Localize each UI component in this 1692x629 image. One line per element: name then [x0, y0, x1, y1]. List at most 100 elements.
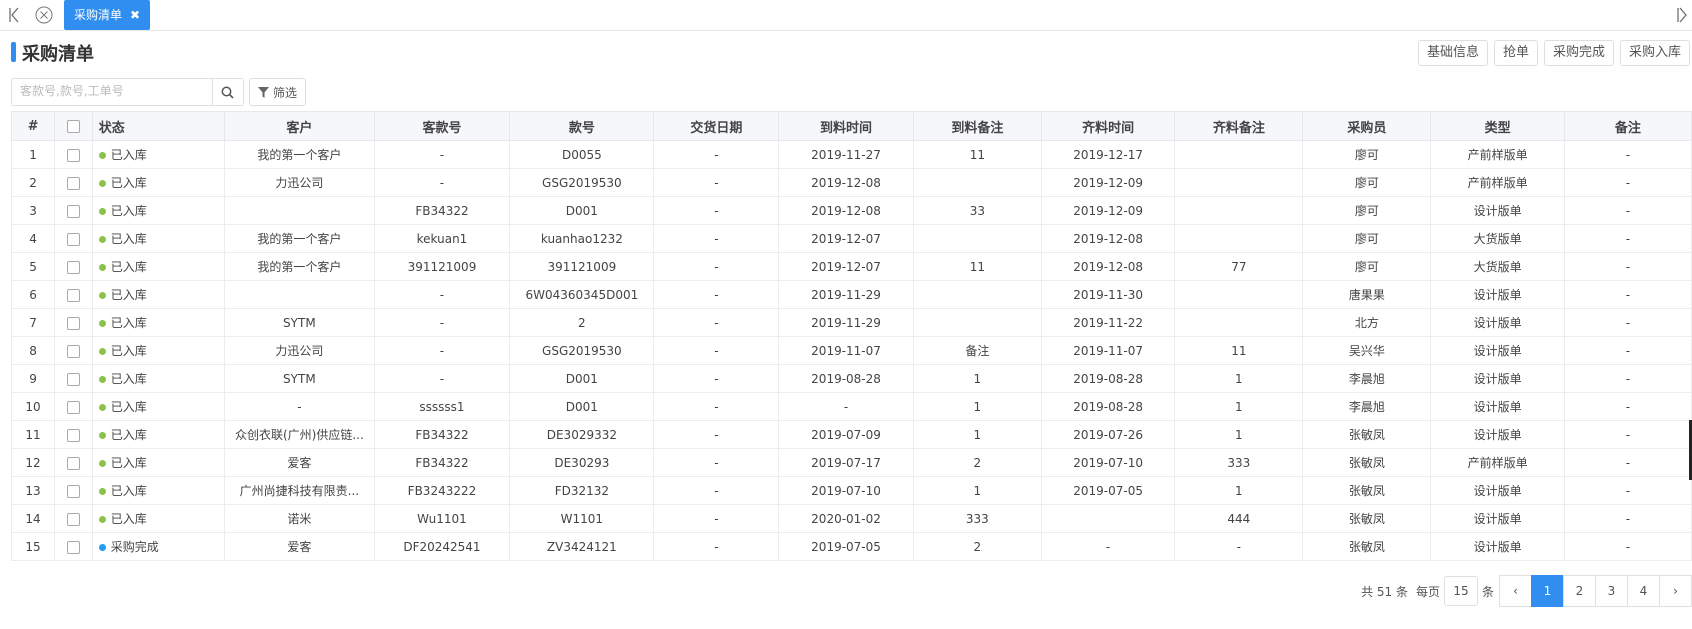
row-checkbox[interactable] — [54, 196, 93, 225]
next-page-button[interactable]: › — [1659, 575, 1692, 607]
filter-button[interactable]: 筛选 — [249, 78, 307, 106]
table-row[interactable]: 8 已入库 力迅公司 - GSG2019530-2019-11-07 备注 2019-11-… — [10, 336, 1692, 365]
table-row[interactable]: 12 已入库 爱客 FB34322 DE30293-2019-07-17 2 2019-07… — [10, 448, 1692, 477]
row-type: 设计版单 — [1430, 392, 1565, 421]
row-arrival-time: 2019-11-27 — [778, 140, 914, 169]
row-customer-style-no: - — [373, 308, 511, 337]
row-select-checkbox[interactable] — [66, 288, 80, 302]
header-select-all[interactable] — [54, 111, 93, 141]
header-complete-time: 齐料时间 — [1040, 111, 1176, 141]
row-type: 设计版单 — [1430, 196, 1565, 225]
row-index: 1 — [10, 140, 56, 169]
status-dot-icon — [98, 236, 106, 243]
search-button[interactable] — [211, 78, 244, 106]
row-checkbox[interactable] — [54, 168, 93, 197]
row-complete-time: 2019-12-17 — [1040, 140, 1176, 169]
row-arrival-time: 2019-11-29 — [778, 280, 914, 309]
row-checkbox[interactable] — [54, 504, 93, 533]
table-row[interactable]: 11 已入库 众创衣联(广州)供应链... FB34322 DE3029332-2019… — [10, 420, 1692, 449]
row-checkbox[interactable] — [54, 532, 93, 561]
row-checkbox[interactable] — [54, 420, 93, 449]
page-1-button[interactable]: 1 — [1531, 575, 1564, 607]
purchase-complete-button[interactable]: 采购完成 — [1543, 40, 1614, 66]
page-3-button[interactable]: 3 — [1595, 575, 1628, 607]
row-select-checkbox[interactable] — [66, 484, 80, 498]
row-select-checkbox[interactable] — [66, 260, 80, 274]
status-text: 采购完成 — [110, 540, 159, 554]
prev-page-button[interactable]: ‹ — [1499, 575, 1532, 607]
search-input[interactable] — [12, 79, 208, 103]
table-row[interactable]: 7 已入库 SYTM -2-2019-11-29 2019-11-22 北方 设计版单 - — [10, 308, 1692, 337]
row-checkbox[interactable] — [54, 140, 93, 169]
row-customer: 诺米 — [224, 504, 375, 533]
row-remark: - — [1563, 504, 1692, 533]
row-checkbox[interactable] — [54, 308, 93, 337]
row-arrival-note: 11 — [912, 140, 1042, 169]
row-select-checkbox[interactable] — [66, 316, 80, 330]
status-text: 已入库 — [110, 428, 147, 442]
page-size-select[interactable]: 15 — [1443, 576, 1478, 606]
tab-purchase-list[interactable]: 采购清单 ✖ — [64, 0, 151, 30]
row-select-checkbox[interactable] — [66, 456, 80, 470]
table-row[interactable]: 6 已入库 -6W04360345D001-2019-11-29 2019-11-30… — [10, 280, 1692, 309]
table-row[interactable]: 5 已入库 我的第一个客户 391121009 391121009-2019-12-07… — [10, 252, 1692, 281]
row-select-checkbox[interactable] — [66, 428, 80, 442]
row-select-checkbox[interactable] — [66, 176, 80, 190]
close-tab-icon[interactable]: ✖ — [130, 8, 140, 22]
row-checkbox[interactable] — [54, 448, 93, 477]
row-complete-note: 444 — [1174, 504, 1304, 533]
row-select-checkbox[interactable] — [66, 204, 80, 218]
close-all-tabs-icon[interactable] — [35, 6, 53, 24]
row-checkbox[interactable] — [54, 476, 93, 505]
row-complete-note: 77 — [1174, 252, 1304, 281]
row-complete-time: 2019-11-30 — [1040, 280, 1176, 309]
page-4-button[interactable]: 4 — [1627, 575, 1660, 607]
row-style-no: DE3029332 — [509, 420, 655, 449]
table-row[interactable]: 14 已入库 诺米 Wu1101 W1101-2020-01-02 333 444 张敏凤 设计… — [10, 504, 1692, 533]
row-customer: 众创衣联(广州)供应链... — [224, 420, 375, 449]
row-delivery-date: - — [653, 168, 780, 197]
row-checkbox[interactable] — [54, 280, 93, 309]
table-row[interactable]: 1 已入库 我的第一个客户 - D0055-2019-11-27 11 2019-12-17… — [10, 140, 1692, 169]
row-status: 已入库 — [91, 476, 226, 505]
grab-order-button[interactable]: 抢单 — [1493, 40, 1538, 66]
table-row[interactable]: 3 已入库 FB34322 D001-2019-12-08 33 2019-12-09 廖可… — [10, 196, 1692, 225]
page-2-button[interactable]: 2 — [1563, 575, 1596, 607]
row-customer-style-no: ssssss1 — [373, 392, 511, 421]
row-type: 产前样版单 — [1430, 140, 1565, 169]
row-select-checkbox[interactable] — [66, 232, 80, 246]
scroll-right-icon[interactable] — [1676, 7, 1688, 23]
row-select-checkbox[interactable] — [66, 344, 80, 358]
status-text: 已入库 — [110, 148, 147, 162]
scroll-left-icon[interactable] — [8, 7, 20, 23]
row-status: 已入库 — [91, 308, 226, 337]
table-row[interactable]: 2 已入库 力迅公司 - GSG2019530-2019-12-08 2019-12-09… — [10, 168, 1692, 197]
row-remark: - — [1563, 336, 1692, 365]
row-checkbox[interactable] — [54, 336, 93, 365]
row-checkbox[interactable] — [54, 252, 93, 281]
table-row[interactable]: 15 采购完成 爱客 DF20242541 ZV3424121-2019-07-05 2-… — [10, 532, 1692, 561]
purchase-stock-in-button[interactable]: 采购入库 — [1619, 40, 1690, 66]
row-select-checkbox[interactable] — [66, 400, 80, 414]
row-complete-time: 2019-07-05 — [1040, 476, 1176, 505]
row-checkbox[interactable] — [54, 224, 93, 253]
row-select-checkbox[interactable] — [66, 512, 80, 526]
row-arrival-note: 1 — [912, 420, 1042, 449]
row-style-no: GSG2019530 — [509, 336, 655, 365]
row-delivery-date: - — [653, 252, 780, 281]
table-row[interactable]: 9 已入库 SYTM - D001-2019-08-28 1 2019-08-28 1 李晨旭设… — [10, 364, 1692, 393]
row-checkbox[interactable] — [54, 392, 93, 421]
row-select-checkbox[interactable] — [66, 148, 80, 162]
row-checkbox[interactable] — [54, 364, 93, 393]
row-arrival-note: 备注 — [912, 336, 1042, 365]
row-complete-time: - — [1040, 532, 1176, 561]
row-select-checkbox[interactable] — [66, 372, 80, 386]
row-arrival-time: - — [778, 392, 914, 421]
table-row[interactable]: 4 已入库 我的第一个客户 kekuan1 kuanhao1232-2019-12-07… — [10, 224, 1692, 253]
basic-info-button[interactable]: 基础信息 — [1417, 40, 1488, 66]
row-select-checkbox[interactable] — [66, 540, 80, 554]
row-status: 已入库 — [91, 364, 226, 393]
select-all-checkbox[interactable] — [66, 119, 80, 133]
table-row[interactable]: 10 已入库 - ssssss1 D001- -1 2019-08-28 1 李晨旭 设计版单 - — [10, 392, 1692, 421]
table-row[interactable]: 13 已入库 广州尚捷科技有限责... FB3243222 FD32132-2019-0… — [10, 476, 1692, 505]
